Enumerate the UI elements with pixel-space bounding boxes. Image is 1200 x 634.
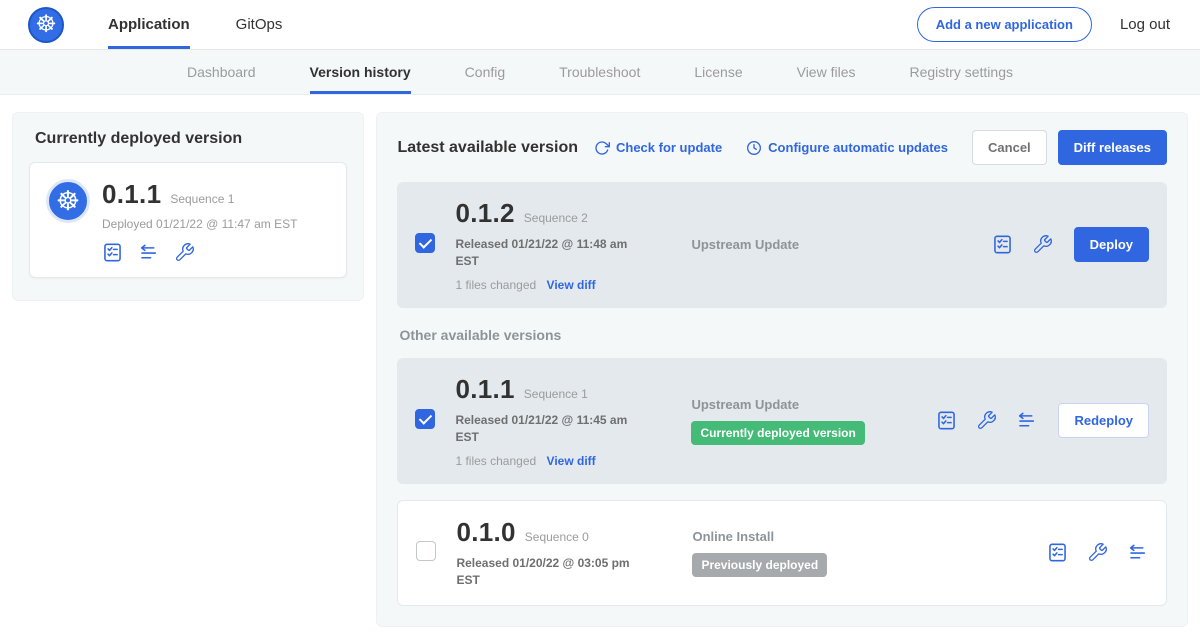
other-versions-title: Other available versions [399,327,1167,343]
version-checkbox[interactable] [416,541,436,561]
released-timestamp: Released 01/20/22 @ 03:05 pm EST [456,555,638,590]
version-number: 0.1.0 [456,517,515,548]
diff-icon[interactable] [138,242,159,263]
logout-link[interactable]: Log out [1120,16,1170,33]
tab-application[interactable]: Application [108,0,190,49]
sequence-label: Sequence 1 [524,387,588,401]
kubernetes-logo: ☸ [28,7,64,43]
deployed-sequence-label: Sequence 1 [170,192,234,206]
tab-gitops[interactable]: GitOps [236,0,283,49]
subnav-item-registry-settings[interactable]: Registry settings [910,50,1013,94]
available-header: Latest available version Check for updat… [397,130,1167,165]
version-row-0-1-0: 0.1.0 Sequence 0 Released 01/20/22 @ 03:… [397,500,1167,607]
view-diff-link[interactable]: View diff [547,454,596,468]
row-spacer [397,484,1167,500]
release-notes-icon[interactable] [102,242,123,263]
release-notes-icon[interactable] [992,234,1013,255]
subnav-item-version-history[interactable]: Version history [310,50,411,94]
refresh-icon [594,140,610,156]
cancel-button[interactable]: Cancel [972,130,1047,165]
version-source-label: Upstream Update [691,237,981,252]
version-source-label: Upstream Update [691,397,926,412]
app-icon: ☸ [46,179,90,223]
subnav-item-config[interactable]: Config [465,50,505,94]
currently-deployed-panel: Currently deployed version ☸ 0.1.1 Seque… [12,112,364,301]
main-content: Currently deployed version ☸ 0.1.1 Seque… [0,95,1200,634]
subnav-item-license[interactable]: License [694,50,742,94]
diff-icon[interactable] [1127,542,1148,563]
kubernetes-wheel-icon: ☸ [35,10,57,39]
version-source-label: Online Install [692,529,1037,544]
subnav-item-dashboard[interactable]: Dashboard [187,50,256,94]
files-changed-label: 1 files changed [455,278,536,292]
sequence-label: Sequence 0 [525,530,589,544]
diff-releases-button[interactable]: Diff releases [1058,130,1167,165]
deployed-version-card: ☸ 0.1.1 Sequence 1 Deployed 01/21/22 @ 1… [29,162,347,278]
app-subnav: Dashboard Version history Config Trouble… [0,50,1200,95]
release-notes-icon[interactable] [936,410,957,431]
version-number: 0.1.1 [455,374,514,405]
view-diff-link[interactable]: View diff [547,278,596,292]
version-number: 0.1.2 [455,198,514,229]
clock-icon [746,140,762,156]
check-for-update-link[interactable]: Check for update [594,140,722,156]
deployed-timestamp: Deployed 01/21/22 @ 11:47 am EST [102,217,297,231]
files-changed-label: 1 files changed [455,454,536,468]
currently-deployed-badge: Currently deployed version [691,421,864,445]
config-wrench-icon[interactable] [1087,542,1108,563]
released-timestamp: Released 01/21/22 @ 11:48 am EST [455,236,637,271]
version-row-0-1-1: 0.1.1 Sequence 1 Released 01/21/22 @ 11:… [397,358,1167,484]
config-wrench-icon[interactable] [976,410,997,431]
version-checkbox[interactable] [415,409,435,429]
configure-automatic-updates-link[interactable]: Configure automatic updates [746,140,948,156]
topnav-tabs: Application GitOps [108,0,328,49]
add-new-application-button[interactable]: Add a new application [917,7,1092,42]
top-navbar: ☸ Application GitOps Add a new applicati… [0,0,1200,50]
sequence-label: Sequence 2 [524,211,588,225]
config-wrench-icon[interactable] [1032,234,1053,255]
available-versions-panel: Latest available version Check for updat… [376,112,1188,627]
deployed-version-number: 0.1.1 [102,179,161,210]
version-row-0-1-2: 0.1.2 Sequence 2 Released 01/21/22 @ 11:… [397,182,1167,308]
deploy-button[interactable]: Deploy [1074,227,1149,262]
deployed-panel-title: Currently deployed version [35,130,347,148]
subnav-item-view-files[interactable]: View files [797,50,856,94]
subnav-item-troubleshoot[interactable]: Troubleshoot [559,50,640,94]
released-timestamp: Released 01/21/22 @ 11:45 am EST [455,412,637,447]
redeploy-button[interactable]: Redeploy [1058,403,1149,438]
latest-available-title: Latest available version [397,139,578,157]
config-wrench-icon[interactable] [174,242,195,263]
version-checkbox[interactable] [415,233,435,253]
previously-deployed-badge: Previously deployed [692,553,827,577]
diff-icon[interactable] [1016,410,1037,431]
kubernetes-wheel-icon: ☸ [56,186,80,217]
release-notes-icon[interactable] [1047,542,1068,563]
topnav-right: Add a new application Log out [917,7,1170,42]
